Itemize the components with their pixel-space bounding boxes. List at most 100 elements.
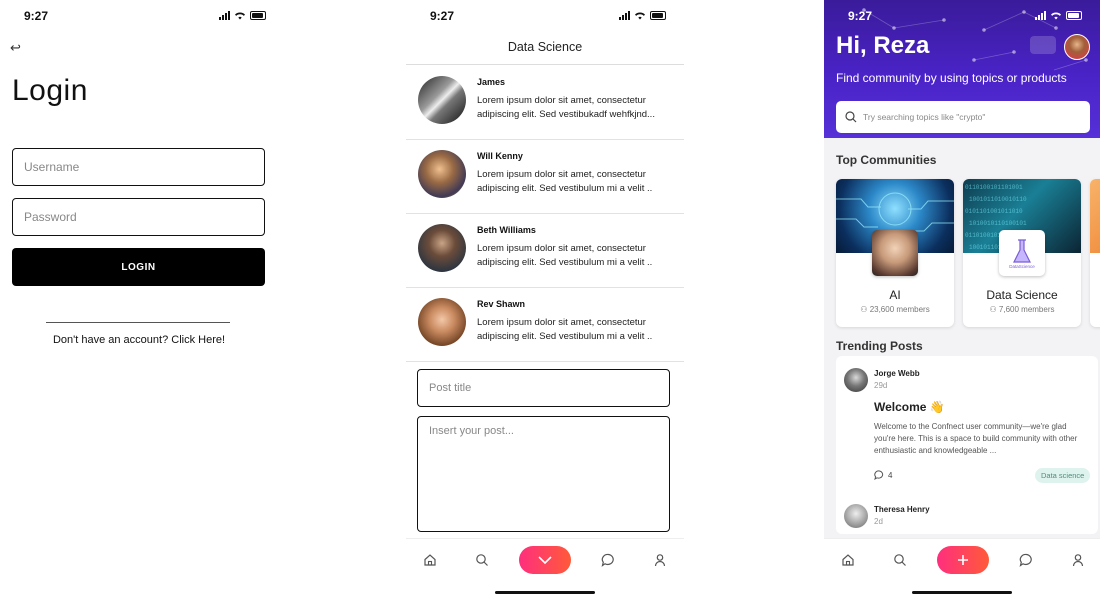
home-indicator [912, 591, 1012, 594]
message-row[interactable]: Will Kenny Lorem ipsum dolor sit amet, c… [406, 139, 684, 214]
message-row[interactable]: Rev Shawn Lorem ipsum dolor sit amet, co… [406, 287, 684, 362]
post-card[interactable]: Jorge Webb 29d Welcome 👋 Welcome to the … [836, 356, 1098, 534]
chevron-down-icon [538, 556, 552, 565]
svg-text:0110100101101001: 0110100101101001 [965, 184, 1023, 191]
svg-text:0101101001011010: 0101101001011010 [965, 208, 1023, 215]
avatar [418, 76, 466, 124]
message-author: James [477, 77, 506, 87]
status-bar: 9:27 [406, 0, 684, 32]
plus-icon [958, 555, 968, 565]
message-author: Beth Williams [477, 225, 536, 235]
hero-subtitle: Find community by using topics or produc… [836, 71, 1067, 85]
section-title: Top Communities [836, 153, 937, 167]
community-name: AI [889, 288, 901, 302]
collapse-button[interactable] [519, 546, 571, 574]
community-members: ⚇ 7,600 members [989, 305, 1055, 314]
comment-icon [874, 470, 884, 480]
community-logo [872, 230, 918, 276]
message-row[interactable]: James Lorem ipsum dolor sit amet, consec… [406, 65, 684, 140]
flask-icon [1013, 239, 1031, 263]
greeting: Hi, Reza [836, 32, 930, 59]
battery-icon [650, 11, 666, 20]
message-preview: Lorem ipsum dolor sit amet, consectetur … [477, 95, 655, 120]
status-time: 9:27 [24, 9, 49, 23]
chat-screen: 9:27 Data Science James Lorem ipsum dolo… [406, 0, 684, 600]
home-icon[interactable] [838, 553, 858, 569]
status-icons [619, 11, 666, 20]
svg-text:1010010110100101: 1010010110100101 [969, 220, 1027, 227]
tab-bar [824, 538, 1100, 600]
post-time: 2d [874, 517, 883, 526]
search-input[interactable]: Try searching topics like "crypto" [836, 101, 1090, 133]
home-indicator [495, 591, 595, 594]
post-title-input[interactable]: Post title [417, 369, 670, 407]
status-time: 9:27 [848, 9, 873, 23]
status-bar: 9:27 [824, 0, 1100, 32]
community-members: ⚇ 23,600 members [860, 305, 930, 314]
message-author: Will Kenny [477, 151, 523, 161]
community-cover-image [1090, 179, 1100, 253]
community-logo-text: DataScience [1009, 264, 1035, 269]
message-author: Rev Shawn [477, 299, 526, 309]
username-field[interactable]: Username [12, 148, 265, 186]
community-name: Data Science [986, 288, 1058, 302]
wifi-icon [1051, 12, 1061, 20]
back-arrow-icon[interactable]: ↩ [10, 40, 21, 56]
login-button[interactable]: LOGIN [12, 248, 265, 286]
search-icon[interactable] [890, 553, 910, 569]
status-icons [219, 11, 266, 20]
page-title: Login [12, 74, 88, 107]
messages-icon[interactable] [1030, 36, 1056, 54]
post-author: Theresa Henry [874, 505, 930, 514]
community-card[interactable] [1090, 179, 1100, 327]
post-tag[interactable]: Data science [1035, 468, 1091, 483]
signup-link[interactable]: Don't have an account? Click Here! [0, 334, 278, 346]
avatar [844, 504, 868, 528]
signal-icon [1035, 11, 1046, 20]
login-screen: 9:27 ↩ Login Username Password LOGIN Don… [0, 0, 284, 600]
divider [46, 322, 230, 323]
post-title: Welcome 👋 [874, 400, 945, 414]
status-icons [1035, 11, 1082, 20]
add-post-button[interactable] [937, 546, 989, 574]
hero-header: 9:27 Hi, Reza Find community by using to… [824, 0, 1100, 138]
password-field[interactable]: Password [12, 198, 265, 236]
wifi-icon [235, 12, 245, 20]
status-time: 9:27 [430, 9, 455, 23]
search-placeholder: Try searching topics like "crypto" [863, 112, 986, 122]
post-body-textarea[interactable]: Insert your post... [417, 416, 670, 532]
battery-icon [1066, 11, 1082, 20]
chat-header-title: Data Science [507, 40, 583, 54]
comment-count[interactable]: 4 [874, 470, 892, 480]
chat-icon[interactable] [598, 553, 618, 569]
home-icon[interactable] [420, 553, 440, 569]
avatar [418, 298, 466, 346]
post-body: Welcome to the Confnect user community—w… [874, 422, 1078, 455]
section-title: Trending Posts [836, 339, 923, 353]
battery-icon [250, 11, 266, 20]
avatar [418, 150, 466, 198]
community-card[interactable]: 0110100101101001 1001011010010110 0101101… [963, 179, 1081, 327]
search-icon[interactable] [472, 553, 492, 569]
wifi-icon [635, 12, 645, 20]
user-avatar[interactable] [1064, 34, 1090, 60]
search-icon [845, 111, 857, 123]
message-preview: Lorem ipsum dolor sit amet, consectetur … [477, 317, 653, 342]
signal-icon [619, 11, 630, 20]
message-preview: Lorem ipsum dolor sit amet, consectetur … [477, 169, 653, 194]
post-author: Jorge Webb [874, 369, 920, 378]
signal-icon [219, 11, 230, 20]
status-bar: 9:27 [0, 0, 284, 32]
message-row[interactable]: Beth Williams Lorem ipsum dolor sit amet… [406, 213, 684, 288]
chat-icon[interactable] [1016, 553, 1036, 569]
profile-icon[interactable] [650, 553, 670, 569]
avatar [844, 368, 868, 392]
post-time: 29d [874, 381, 888, 390]
home-screen: 9:27 Hi, Reza Find community by using to… [824, 0, 1100, 600]
profile-icon[interactable] [1068, 553, 1088, 569]
svg-text:1001011010010110: 1001011010010110 [969, 196, 1027, 203]
person-icon: ⚇ [989, 305, 999, 314]
avatar [418, 224, 466, 272]
community-card[interactable]: AI ⚇ 23,600 members [836, 179, 954, 327]
person-icon: ⚇ [860, 305, 870, 314]
